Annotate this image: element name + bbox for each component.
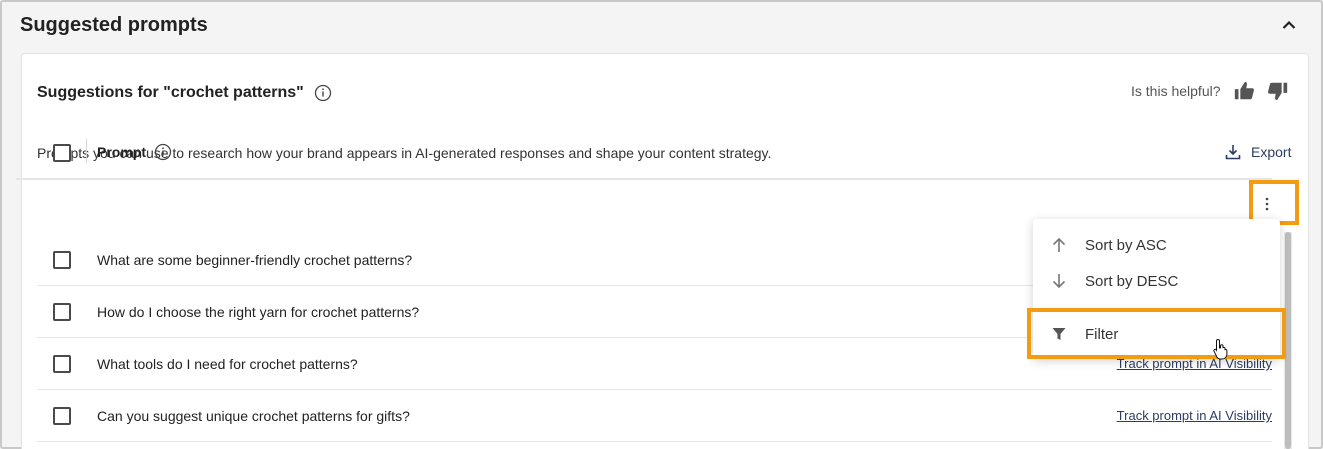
table-row xyxy=(37,442,1272,449)
row-checkbox[interactable] xyxy=(53,303,71,321)
hand-cursor-icon xyxy=(1212,338,1230,360)
column-divider xyxy=(86,139,87,163)
prompt-text: Can you suggest unique crochet patterns … xyxy=(97,408,410,424)
prompt-text: What are some beginner-friendly crochet … xyxy=(97,252,413,268)
info-icon[interactable] xyxy=(314,84,332,102)
menu-item-label: Sort by ASC xyxy=(1085,236,1167,254)
section-title: Suggested prompts xyxy=(20,14,208,36)
suggestions-title: Suggestions for "crochet patterns" xyxy=(37,84,332,102)
thumbs-down-icon[interactable] xyxy=(1267,80,1289,102)
prompt-text: How do I choose the right yarn for croch… xyxy=(97,304,420,320)
prompt-column-header[interactable]: Prompt xyxy=(97,143,172,161)
chevron-up-icon xyxy=(1282,20,1296,29)
table-header: Prompt xyxy=(16,127,1272,180)
helpful-feedback: Is this helpful? xyxy=(1131,80,1289,102)
suggestions-title-text: Suggestions for "crochet patterns" xyxy=(37,84,304,101)
helpful-label: Is this helpful? xyxy=(1131,83,1221,99)
table-row: Can you suggest unique crochet patterns … xyxy=(37,390,1272,442)
menu-item-label: Sort by DESC xyxy=(1085,272,1179,290)
thumbs-up-icon[interactable] xyxy=(1233,80,1255,102)
row-checkbox[interactable] xyxy=(53,251,71,269)
arrow-up-icon xyxy=(1049,235,1069,255)
arrow-down-icon xyxy=(1049,271,1069,291)
prompt-text: What tools do I need for crochet pattern… xyxy=(97,356,358,372)
highlight-box xyxy=(1027,308,1286,359)
row-checkbox[interactable] xyxy=(53,407,71,425)
collapse-button[interactable] xyxy=(1278,14,1300,36)
menu-item-sort-desc[interactable]: Sort by DESC xyxy=(1033,263,1280,299)
info-icon[interactable] xyxy=(154,143,172,161)
select-all-checkbox[interactable] xyxy=(53,144,71,162)
prompt-header-label: Prompt xyxy=(97,144,146,160)
track-prompt-link[interactable]: Track prompt in AI Visibility xyxy=(1117,408,1272,423)
menu-item-sort-asc[interactable]: Sort by ASC xyxy=(1033,227,1280,263)
row-checkbox[interactable] xyxy=(53,355,71,373)
